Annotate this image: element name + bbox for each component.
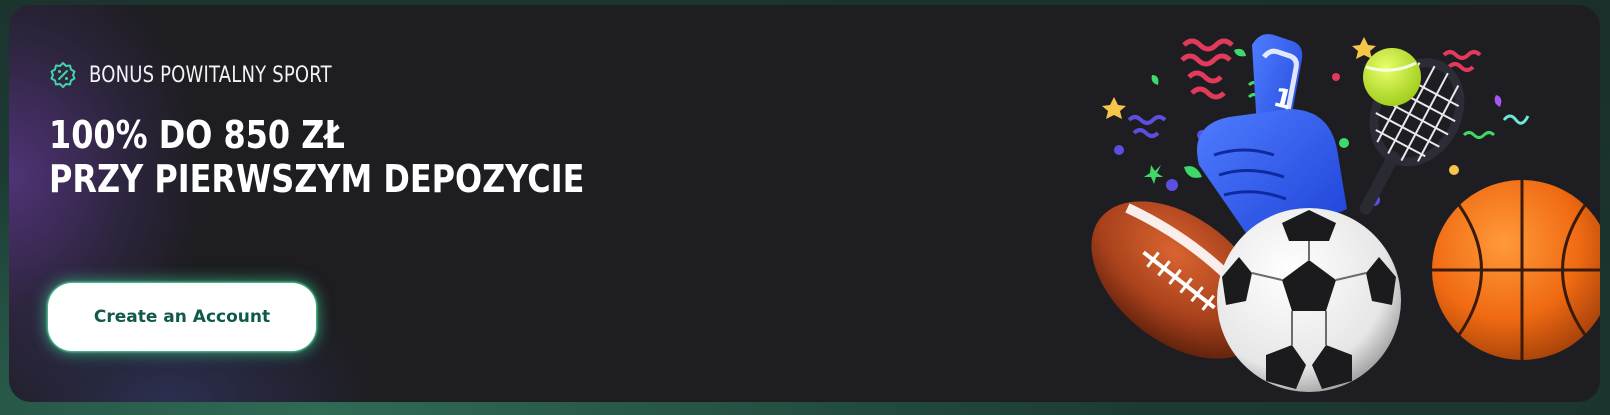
soccer-ball-icon [1217,208,1401,392]
sports-balls-illustration: 1 [1091,34,1600,392]
create-account-button[interactable]: Create an Account [48,283,316,351]
promo-headline: 100% DO 850 ZŁ PRZY PIERWSZYM DEPOZYCIE [49,113,585,201]
bonus-badge: BONUS POWITALNY SPORT [49,55,385,95]
tennis-ball-icon [1363,48,1421,106]
basketball-icon [1432,180,1600,360]
promo-banner: BONUS POWITALNY SPORT 100% DO 850 ZŁ PRZ… [9,5,1600,402]
headline-line-1: 100% DO 850 ZŁ [49,113,345,157]
bonus-badge-label: BONUS POWITALNY SPORT [89,62,332,88]
headline-line-2: PRZY PIERWSZYM DEPOZYCIE [49,157,585,201]
percent-badge-icon [50,62,76,88]
